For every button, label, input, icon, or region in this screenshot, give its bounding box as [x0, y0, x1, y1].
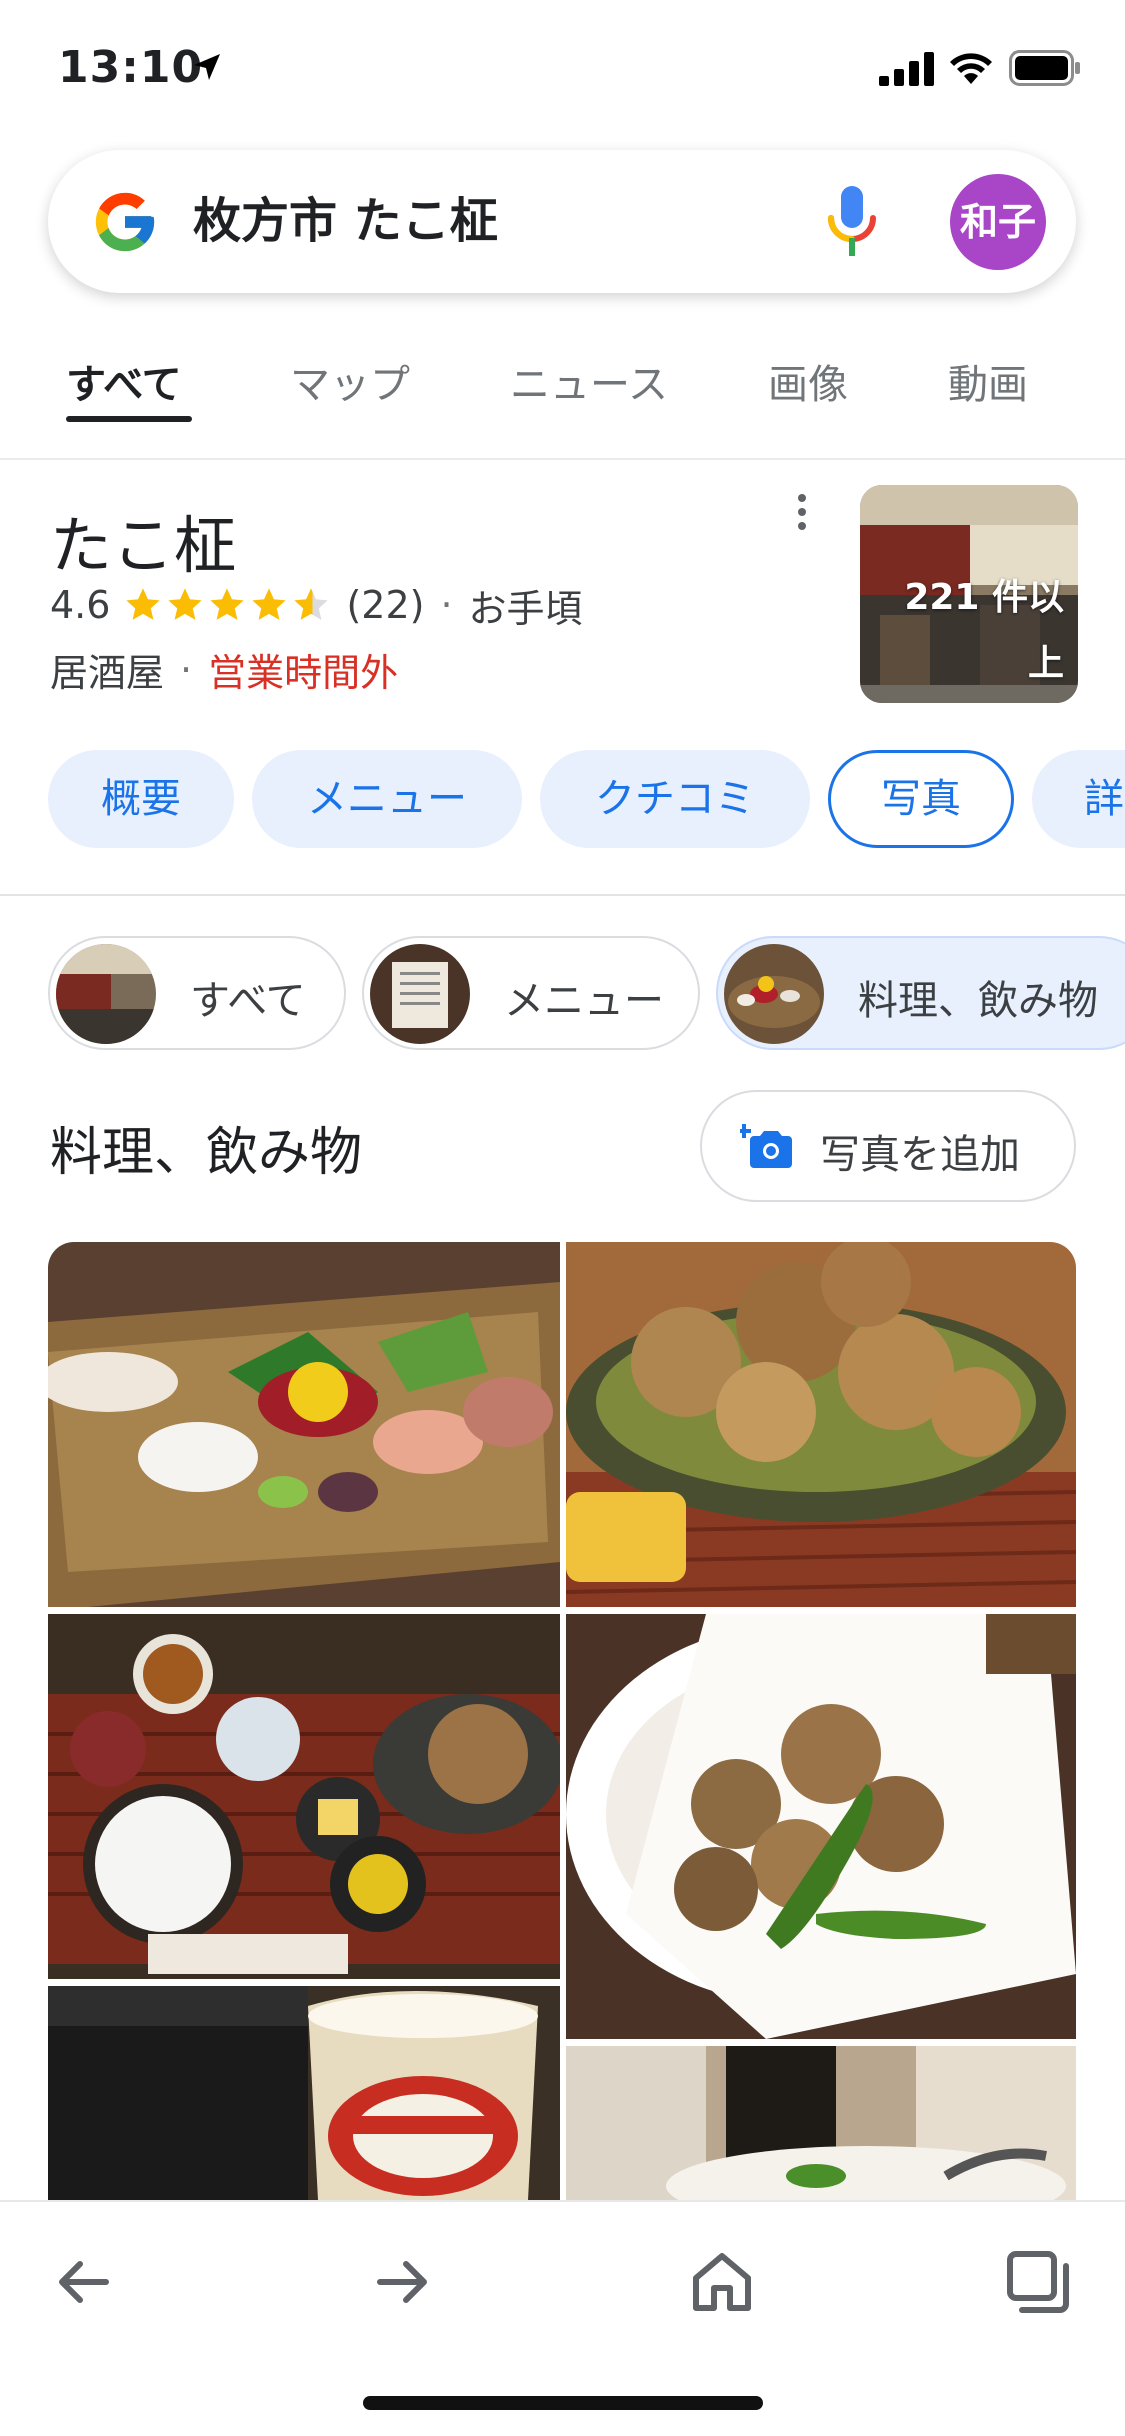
google-logo-icon — [95, 192, 155, 252]
wifi-icon — [950, 53, 992, 84]
add-photo-button[interactable]: 写真を追加 — [700, 1090, 1076, 1202]
food-photo-karaage-peppers[interactable] — [566, 1614, 1076, 2039]
back-arrow-icon[interactable] — [44, 2242, 124, 2322]
price-level: お手頃 — [468, 586, 583, 631]
place-category: 居酒屋 — [50, 651, 165, 695]
add-photo-icon — [740, 1124, 792, 1168]
drink-photo-bottle[interactable] — [566, 2046, 1076, 2200]
search-bar[interactable]: 枚方市 たこ柾 和子 — [48, 150, 1076, 293]
home-icon[interactable] — [682, 2242, 762, 2322]
star-rating — [124, 586, 334, 624]
chip-menu[interactable]: メニュー — [252, 750, 522, 848]
photo-filter-all[interactable]: すべて — [48, 936, 346, 1050]
drink-photo-beer[interactable] — [48, 1986, 560, 2200]
photo-count-overlay: 221 件以 上 — [904, 577, 1064, 684]
chip-reviews[interactable]: クチコミ — [540, 750, 810, 848]
open-status: 営業時間外 — [208, 651, 399, 695]
filter-thumbnail — [370, 944, 470, 1044]
location-arrow-icon — [194, 54, 220, 80]
chip-photos[interactable]: 写真 — [828, 750, 1014, 848]
tab-maps[interactable]: マップ — [290, 352, 410, 410]
chip-overview[interactable]: 概要 — [48, 750, 234, 848]
food-photo-sashimi[interactable] — [48, 1242, 560, 1607]
rating-value: 4.6 — [50, 583, 111, 627]
food-photo-karaage[interactable] — [566, 1242, 1076, 1607]
place-name: たこ柾 — [50, 509, 237, 582]
star-icon — [168, 588, 203, 620]
separator-dot: · — [440, 583, 453, 627]
rating-row: 4.6 (22) · お手頃 — [50, 580, 583, 631]
star-half-icon — [294, 588, 329, 620]
section-chips: 概要 メニュー クチコミ 写真 詳 — [0, 750, 1125, 850]
star-icon — [210, 588, 245, 620]
photo-filter-menu[interactable]: メニュー — [362, 936, 700, 1050]
status-bar: 13:10 — [0, 0, 1125, 135]
food-photo-teishoku[interactable] — [48, 1614, 560, 1979]
tab-images[interactable]: 画像 — [768, 352, 848, 410]
chip-details[interactable]: 詳 — [1032, 750, 1125, 848]
microphone-icon[interactable] — [823, 182, 881, 262]
filter-thumbnail — [56, 944, 156, 1044]
tab-news[interactable]: ニュース — [510, 352, 668, 410]
account-avatar[interactable]: 和子 — [950, 174, 1046, 270]
photo-section-title: 料理、飲み物 — [50, 1123, 363, 1183]
tabs-icon[interactable] — [998, 2242, 1078, 2322]
search-tabs: すべて マップ ニュース 画像 動画 — [0, 330, 1125, 460]
tab-all[interactable]: すべて — [66, 352, 182, 410]
forward-arrow-icon[interactable] — [362, 2242, 442, 2322]
star-icon — [252, 588, 287, 620]
separator-dot: · — [180, 647, 193, 692]
divider — [0, 894, 1125, 896]
tab-videos[interactable]: 動画 — [948, 352, 1028, 410]
more-options-icon[interactable] — [790, 490, 814, 534]
photo-filter-food-drink[interactable]: 料理、飲み物 — [716, 936, 1125, 1050]
battery-icon — [1009, 50, 1080, 86]
place-photo-thumbnail[interactable]: 221 件以 上 — [860, 485, 1078, 703]
search-query[interactable]: 枚方市 たこ柾 — [193, 190, 498, 252]
review-count[interactable]: (22) — [346, 583, 424, 627]
filter-thumbnail — [724, 944, 824, 1044]
active-tab-indicator — [66, 416, 192, 422]
status-time: 13:10 — [58, 42, 204, 93]
home-indicator[interactable] — [363, 2396, 763, 2410]
type-row: 居酒屋 · 営業時間外 — [50, 642, 398, 697]
signal-icon — [879, 52, 934, 86]
star-icon — [126, 588, 161, 620]
